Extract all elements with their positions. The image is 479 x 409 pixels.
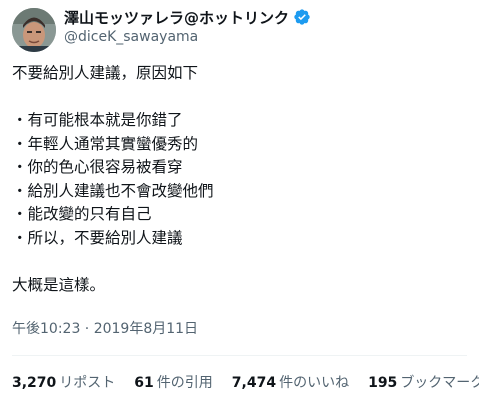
avatar[interactable] bbox=[12, 8, 56, 52]
quotes-count: 61 bbox=[134, 375, 154, 391]
tweet-line: ・能改變的只有自己 bbox=[12, 205, 152, 223]
tweet-line: ・你的色心很容易被看穿 bbox=[12, 158, 183, 176]
tweet-line: 不要給別人建議，原因如下 bbox=[12, 64, 199, 82]
divider bbox=[12, 355, 467, 356]
quotes-label: 件の引用 bbox=[156, 375, 213, 391]
tweet-timestamp[interactable]: 午後10:23 · 2019年8月11日 bbox=[12, 318, 198, 338]
tweet-line: ・給別人建議也不會改變他們 bbox=[12, 181, 214, 200]
reposts-count: 3,270 bbox=[12, 375, 57, 391]
tweet-line: ・有可能根本就是你錯了 bbox=[12, 111, 183, 129]
likes-label: 件のいいね bbox=[279, 375, 350, 391]
reposts-label: リポスト bbox=[59, 375, 116, 391]
display-name[interactable]: 澤山モッツァレラ@ホットリンク bbox=[64, 7, 289, 28]
reposts-stat[interactable]: 3,270 リポスト bbox=[12, 372, 115, 392]
verified-badge-icon bbox=[293, 8, 311, 26]
tweet-text: 不要給別人建議，原因如下 ・有可能根本就是你錯了 ・年輕人通常其實蠻優秀的 ・你… bbox=[12, 62, 467, 297]
engagement-stats: 3,270 リポスト 61 件の引用 7,474 件のいいね 195 ブックマーク bbox=[12, 372, 479, 392]
bookmarks-stat[interactable]: 195 ブックマーク bbox=[368, 372, 479, 392]
name-row: 澤山モッツァレラ@ホットリンク bbox=[64, 6, 311, 28]
tweet-line: ・年輕人通常其實蠻優秀的 bbox=[12, 134, 199, 153]
likes-count: 7,474 bbox=[231, 375, 277, 391]
avatar-photo bbox=[12, 8, 56, 52]
quotes-stat[interactable]: 61 件の引用 bbox=[134, 372, 212, 392]
tweet-line: ・所以，不要給別人建議 bbox=[12, 228, 183, 247]
tweet-line: 大概是這樣。 bbox=[12, 275, 106, 294]
user-handle[interactable]: @diceK_sawayama bbox=[64, 29, 198, 45]
bookmarks-label: ブックマーク bbox=[400, 375, 479, 391]
likes-stat[interactable]: 7,474 件のいいね bbox=[232, 372, 349, 392]
bookmarks-count: 195 bbox=[368, 375, 398, 391]
